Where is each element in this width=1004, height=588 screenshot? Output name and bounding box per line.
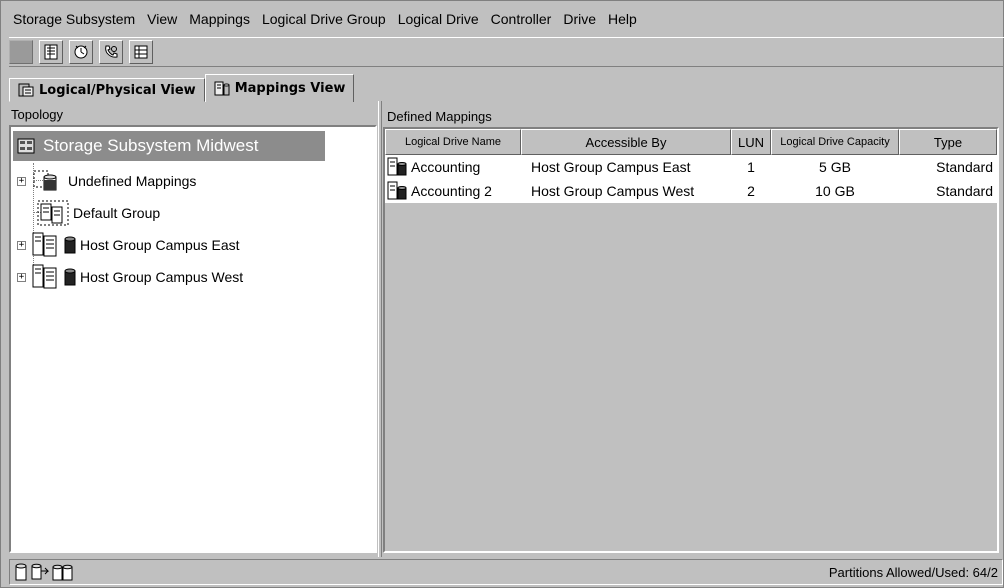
tree-item-label: Default Group <box>73 205 161 221</box>
toolbar <box>9 37 1004 67</box>
storage-subsystem-icon <box>17 138 35 154</box>
cell-type: Standard <box>936 159 993 175</box>
column-header-capacity[interactable]: Logical Drive Capacity <box>771 129 899 155</box>
cell-capacity: 10 GB <box>815 183 855 199</box>
table-header: Logical Drive Name Accessible By LUN Log… <box>385 129 997 155</box>
expand-icon[interactable]: + <box>17 240 26 250</box>
menu-logical-drive[interactable]: Logical Drive <box>392 5 485 33</box>
undefined-mappings-icon <box>33 170 57 191</box>
column-header-type[interactable]: Type <box>899 129 997 155</box>
cell-logical-drive-name: Accounting 2 <box>385 181 521 201</box>
copy-drive-icon[interactable] <box>30 563 50 581</box>
menu-help[interactable]: Help <box>602 5 643 33</box>
drive-name: Accounting <box>411 159 481 175</box>
tree-item-label: Host Group Campus East <box>80 237 240 253</box>
menu-drive[interactable]: Drive <box>557 5 602 33</box>
cell-lun: 1 <box>747 159 755 175</box>
mapping-icon <box>387 181 407 200</box>
mappings-icon <box>214 81 230 95</box>
mapping-icon <box>387 157 407 176</box>
menu-view[interactable]: View <box>141 5 183 33</box>
cell-capacity: 5 GB <box>819 159 851 175</box>
drive-group-icon[interactable] <box>52 563 74 581</box>
logical-drive-icon <box>64 236 76 254</box>
support-button[interactable] <box>99 40 123 64</box>
cell-accessible-by: Host Group Campus East <box>531 159 691 175</box>
status-icons <box>14 563 74 581</box>
defined-mappings-panel: Logical Drive Name Accessible By LUN Log… <box>383 127 999 553</box>
view-tabs: Logical/Physical View Mappings View <box>9 74 355 102</box>
phone-icon <box>105 45 118 58</box>
expand-icon[interactable]: + <box>17 176 26 186</box>
host-group-icon <box>32 264 57 289</box>
tree-item-host-group-campus-east[interactable]: + Host Group Campus East <box>17 232 240 257</box>
tree-item-host-group-campus-west[interactable]: + Host Group Campus West <box>17 264 244 289</box>
defined-mappings-header: Defined Mappings <box>387 109 492 124</box>
table-body: Accounting Host Group Campus East 1 5 GB… <box>385 155 997 203</box>
menu-controller[interactable]: Controller <box>485 5 558 33</box>
clock-icon <box>74 45 88 59</box>
table-row[interactable]: Accounting Host Group Campus East 1 5 GB… <box>385 155 997 179</box>
cell-logical-drive-name: Accounting <box>385 157 521 177</box>
tab-mappings-view[interactable]: Mappings View <box>204 74 355 102</box>
cell-type: Standard <box>936 183 993 199</box>
column-header-logical-drive-name[interactable]: Logical Drive Name <box>385 129 521 155</box>
pane-splitter[interactable] <box>378 101 382 557</box>
menu-storage-subsystem[interactable]: Storage Subsystem <box>7 5 141 33</box>
drive-status-icon[interactable] <box>14 563 28 581</box>
menu-logical-drive-group[interactable]: Logical Drive Group <box>256 5 392 33</box>
status-bar: Partitions Allowed/Used: 64/2 <box>9 559 1003 585</box>
tab-logical-physical-label: Logical/Physical View <box>39 82 196 98</box>
logical-physical-icon <box>18 83 34 97</box>
properties-icon <box>44 44 58 60</box>
layout-button[interactable] <box>129 40 153 64</box>
column-header-accessible-by[interactable]: Accessible By <box>521 129 731 155</box>
cell-accessible-by: Host Group Campus West <box>531 183 695 199</box>
drive-name: Accounting 2 <box>411 183 492 199</box>
logical-drive-icon <box>64 268 76 286</box>
partitions-status: Partitions Allowed/Used: 64/2 <box>828 564 998 580</box>
tree-item-undefined-mappings[interactable]: + Undefined Mappings <box>17 169 196 193</box>
cell-lun: 2 <box>747 183 755 199</box>
topology-tree[interactable]: Storage Subsystem Midwest + Undefined Ma… <box>9 125 377 553</box>
storage-manager-window: Storage Subsystem View Mappings Logical … <box>0 0 1004 588</box>
tree-item-label: Undefined Mappings <box>68 173 197 189</box>
storage-layout-icon <box>134 45 148 59</box>
tab-mappings-label: Mappings View <box>234 81 346 96</box>
properties-button[interactable] <box>39 40 63 64</box>
mappings-table: Logical Drive Name Accessible By LUN Log… <box>385 129 997 203</box>
tree-item-default-group[interactable]: Default Group <box>37 200 161 226</box>
tree-item-label: Host Group Campus West <box>80 269 244 285</box>
host-group-icon <box>32 232 57 257</box>
table-row[interactable]: Accounting 2 Host Group Campus West 2 10… <box>385 179 997 203</box>
default-group-icon <box>37 200 69 226</box>
tree-root-storage-subsystem[interactable]: Storage Subsystem Midwest <box>13 131 325 161</box>
menu-mappings[interactable]: Mappings <box>183 5 256 33</box>
tab-logical-physical-view[interactable]: Logical/Physical View <box>9 78 205 102</box>
tree-root-label: Storage Subsystem Midwest <box>43 136 259 155</box>
column-header-lun[interactable]: LUN <box>731 129 771 155</box>
expand-icon[interactable]: + <box>17 272 26 282</box>
topology-header: Topology <box>11 107 64 122</box>
stop-button[interactable] <box>9 40 33 64</box>
menu-bar: Storage Subsystem View Mappings Logical … <box>7 5 997 33</box>
schedule-button[interactable] <box>69 40 93 64</box>
